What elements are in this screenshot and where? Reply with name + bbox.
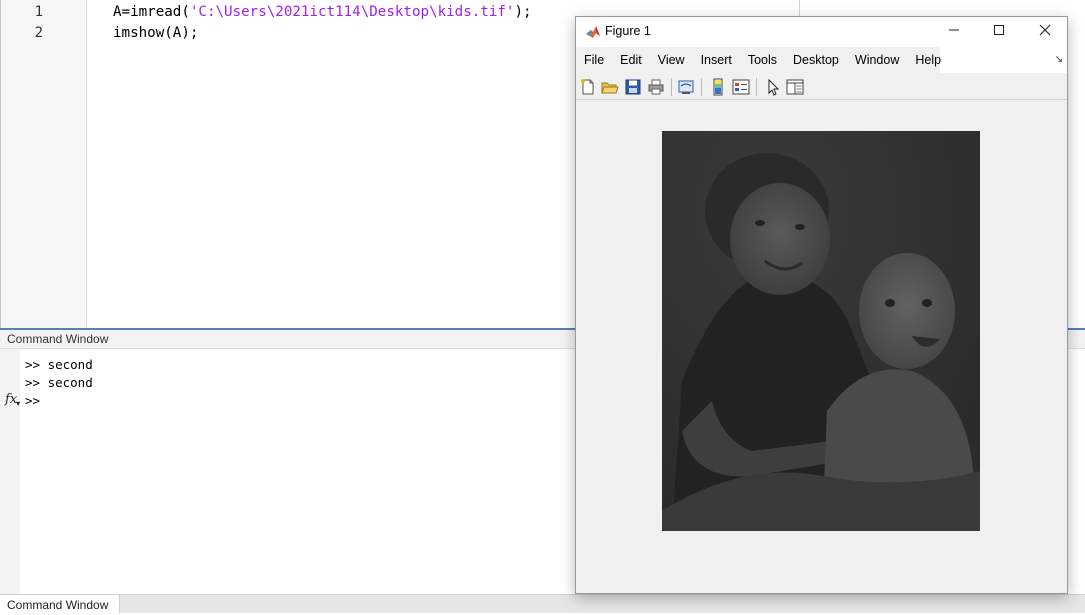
code-text: imshow(A); bbox=[113, 25, 199, 41]
grayscale-photo-kids-image bbox=[662, 131, 980, 531]
insert-colorbar-icon[interactable] bbox=[709, 78, 727, 96]
print-icon[interactable] bbox=[647, 78, 665, 96]
figure-title-bar[interactable]: Figure 1 bbox=[576, 17, 1067, 47]
menu-edit[interactable]: Edit bbox=[612, 47, 650, 73]
command-window-gutter bbox=[0, 349, 20, 594]
menu-view[interactable]: View bbox=[650, 47, 693, 73]
bottom-tab-strip: Command Window bbox=[0, 594, 1085, 613]
code-line-2[interactable]: imshow(A); bbox=[113, 25, 198, 41]
tab-command-window[interactable]: Command Window bbox=[0, 595, 120, 613]
line-number: 1 bbox=[34, 4, 43, 20]
menu-file[interactable]: File bbox=[576, 47, 612, 73]
link-plot-icon[interactable] bbox=[677, 78, 695, 96]
insert-legend-icon[interactable] bbox=[732, 78, 750, 96]
command-history-line: >> second bbox=[25, 375, 93, 390]
menu-desktop[interactable]: Desktop bbox=[785, 47, 847, 73]
maximize-button[interactable] bbox=[976, 17, 1022, 47]
menu-tools[interactable]: Tools bbox=[740, 47, 785, 73]
line-number: 2 bbox=[34, 25, 43, 41]
command-prompt[interactable]: >> bbox=[25, 393, 40, 408]
toolbar-separator bbox=[701, 78, 702, 96]
property-inspector-icon[interactable] bbox=[786, 78, 804, 96]
code-text: A=imread( bbox=[113, 4, 190, 20]
command-history-line: >> second bbox=[25, 357, 93, 372]
new-figure-icon[interactable] bbox=[579, 78, 597, 96]
minimize-button[interactable] bbox=[931, 17, 977, 47]
matlab-logo-icon bbox=[586, 26, 600, 38]
toolbar-separator bbox=[671, 78, 672, 96]
code-text: ); bbox=[514, 4, 532, 20]
close-button[interactable] bbox=[1022, 17, 1068, 47]
line-number-gutter: 1 2 bbox=[1, 0, 87, 328]
edit-plot-pointer-icon[interactable] bbox=[764, 78, 782, 96]
figure-window[interactable]: Figure 1 File Edit View Insert Tools Des… bbox=[575, 16, 1068, 594]
minimize-icon bbox=[949, 29, 959, 31]
menu-help[interactable]: Help bbox=[907, 47, 949, 73]
code-string: 'C:\Users\2021ict114\Desktop\kids.tif' bbox=[189, 4, 515, 20]
close-icon bbox=[1039, 24, 1051, 36]
figure-canvas[interactable] bbox=[576, 100, 1067, 593]
maximize-icon bbox=[994, 25, 1004, 35]
save-icon[interactable] bbox=[624, 78, 642, 96]
open-file-icon[interactable] bbox=[601, 78, 619, 96]
menu-overflow-icon[interactable]: ↘ bbox=[1055, 47, 1063, 73]
figure-title: Figure 1 bbox=[605, 24, 651, 38]
code-line-1[interactable]: A=imread('C:\Users\2021ict114\Desktop\ki… bbox=[113, 4, 532, 20]
function-browser-icon[interactable]: fx▾ bbox=[5, 392, 21, 408]
toolbar-separator bbox=[756, 78, 757, 96]
figure-toolbar bbox=[576, 73, 1067, 100]
menu-window[interactable]: Window bbox=[847, 47, 907, 73]
menu-insert[interactable]: Insert bbox=[693, 47, 740, 73]
figure-menu-bar: File Edit View Insert Tools Desktop Wind… bbox=[576, 47, 1067, 73]
